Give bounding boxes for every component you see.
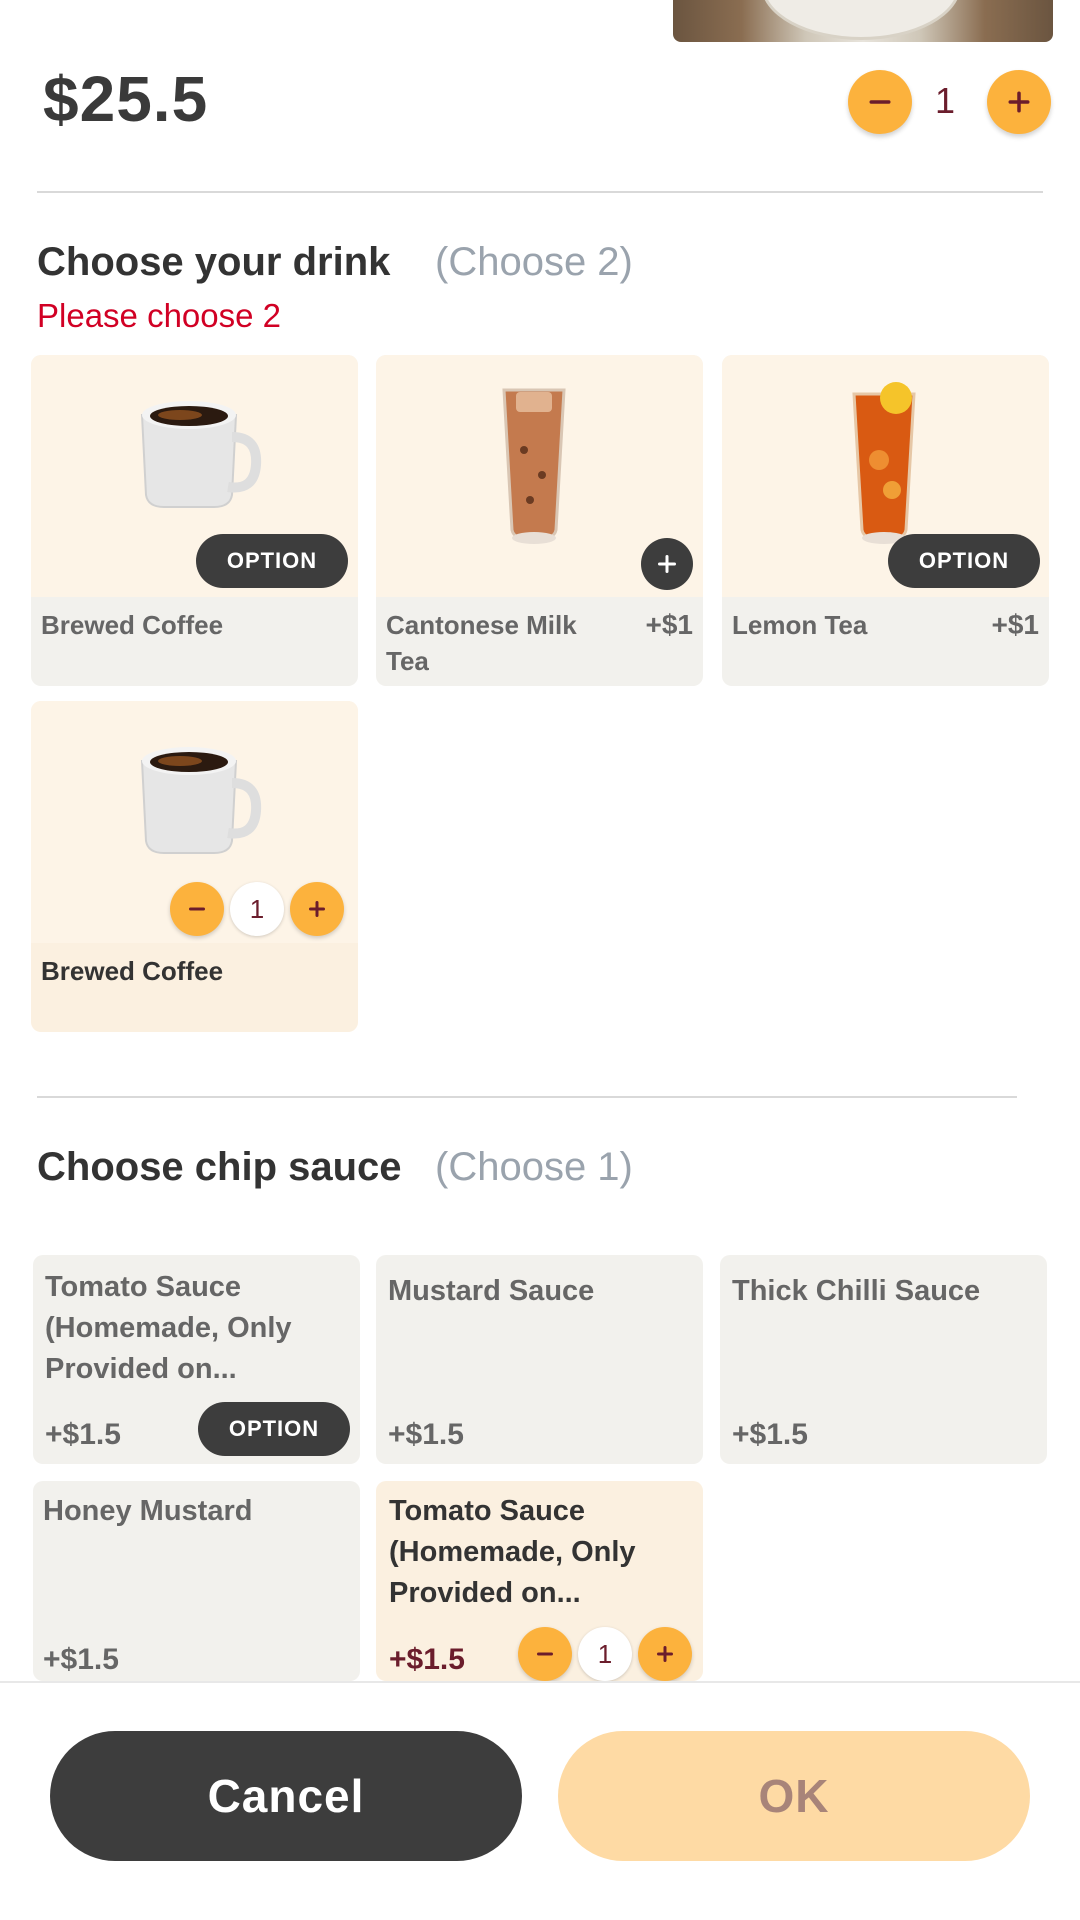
- sauce-card-honey-mustard[interactable]: Honey Mustard +$1.5: [33, 1481, 360, 1681]
- milk-tea-glass-icon: [502, 388, 566, 544]
- cancel-button[interactable]: Cancel: [50, 1731, 522, 1861]
- drink-name: Lemon Tea: [732, 610, 868, 640]
- sauce-name: Mustard Sauce: [388, 1275, 595, 1307]
- sauce-price: +$1.5: [732, 1418, 808, 1451]
- drink-error-message: Please choose 2: [37, 297, 282, 334]
- drink-name: Brewed Coffee: [41, 956, 224, 986]
- sauce-card-tomato-sauce-selected[interactable]: Tomato Sauce (Homemade, Only Provided on…: [376, 1481, 703, 1681]
- sauce-price: +$1.5: [43, 1643, 119, 1676]
- minus-icon: [869, 100, 891, 104]
- decrease-sauce-button[interactable]: [518, 1627, 572, 1681]
- sauce-card-mustard-sauce[interactable]: Mustard Sauce +$1.5: [376, 1255, 703, 1464]
- drink-section-hint: (Choose 2): [435, 240, 633, 284]
- drink-card-cantonese-milk-tea[interactable]: Cantonese Milk Tea +$1: [376, 355, 703, 686]
- option-button[interactable]: OPTION: [196, 534, 348, 588]
- drink-card-lemon-tea[interactable]: Lemon Tea +$1 OPTION: [722, 355, 1049, 686]
- plus-icon: [1008, 91, 1030, 113]
- sauce-name: Tomato Sauce (Homemade, Only Provided on…: [45, 1271, 292, 1385]
- sauce-price: +$1.5: [389, 1643, 465, 1676]
- drink-name: Cantonese Milk Tea: [386, 610, 577, 676]
- drink-name: Brewed Coffee: [41, 610, 224, 640]
- increase-sauce-button[interactable]: [638, 1627, 692, 1681]
- sauce-quantity: 1: [578, 1627, 632, 1681]
- divider: [37, 191, 1043, 193]
- drink-quantity: 1: [230, 882, 284, 936]
- drink-card-brewed-coffee-selected[interactable]: Brewed Coffee 1: [31, 701, 358, 1032]
- add-drink-button[interactable]: [641, 538, 693, 590]
- drink-card-brewed-coffee[interactable]: Brewed Coffee OPTION: [31, 355, 358, 686]
- increase-quantity-button[interactable]: [987, 70, 1051, 134]
- divider: [37, 1096, 1017, 1098]
- minus-icon: [189, 907, 205, 911]
- decrease-drink-button[interactable]: [170, 882, 224, 936]
- sauce-name: Tomato Sauce (Homemade, Only Provided on…: [389, 1495, 636, 1609]
- sauce-card-thick-chilli-sauce[interactable]: Thick Chilli Sauce +$1.5: [720, 1255, 1047, 1464]
- sauce-card-tomato-sauce[interactable]: Tomato Sauce (Homemade, Only Provided on…: [33, 1255, 360, 1464]
- minus-icon: [537, 1652, 553, 1656]
- drink-section-title: Choose your drink: [37, 240, 391, 284]
- plus-icon: [657, 1646, 673, 1662]
- lemon-tea-glass-icon: [852, 382, 916, 544]
- ok-button[interactable]: OK: [558, 1731, 1030, 1861]
- option-button[interactable]: OPTION: [198, 1402, 350, 1456]
- increase-drink-button[interactable]: [290, 882, 344, 936]
- sauce-section-hint: (Choose 1): [435, 1145, 633, 1189]
- sauce-price: +$1.5: [388, 1418, 464, 1451]
- product-photo: [673, 0, 1053, 42]
- plus-icon: [658, 555, 676, 573]
- item-quantity: 1: [934, 80, 956, 121]
- option-button[interactable]: OPTION: [888, 534, 1040, 588]
- sauce-name: Honey Mustard: [43, 1495, 253, 1527]
- coffee-mug-icon: [140, 401, 262, 508]
- item-price: $25.5: [43, 63, 209, 135]
- drink-extra-price: +$1: [991, 609, 1040, 640]
- decrease-quantity-button[interactable]: [848, 70, 912, 134]
- plus-icon: [309, 901, 325, 917]
- drink-extra-price: +$1: [645, 609, 694, 640]
- coffee-mug-icon: [140, 747, 262, 854]
- sauce-section-title: Choose chip sauce: [37, 1145, 402, 1189]
- sauce-name: Thick Chilli Sauce: [732, 1275, 981, 1307]
- sauce-price: +$1.5: [45, 1418, 121, 1451]
